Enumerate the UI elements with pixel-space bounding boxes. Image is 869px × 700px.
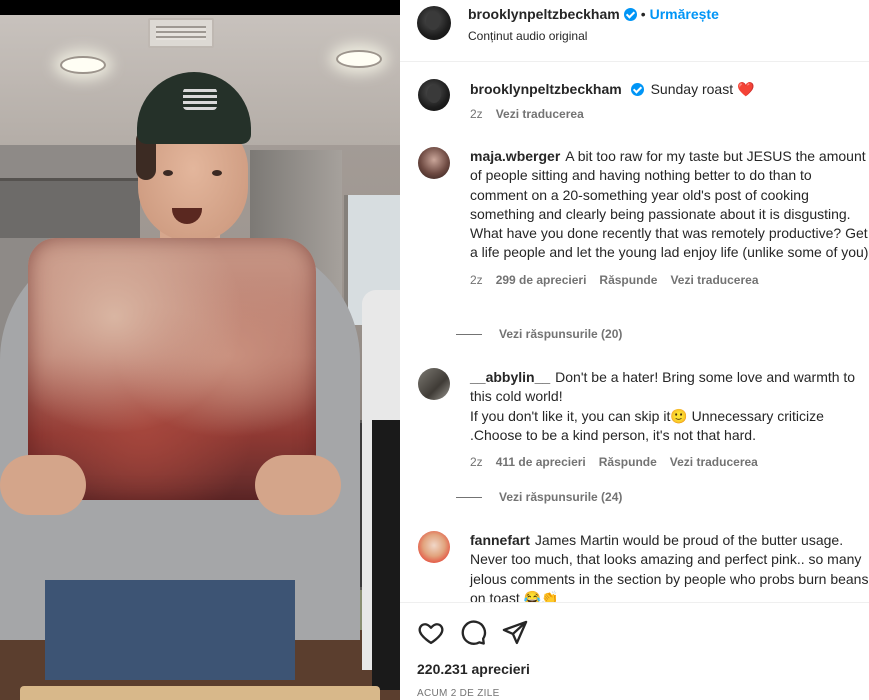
heart-outline-icon[interactable] (417, 619, 445, 647)
commenter-avatar[interactable] (418, 531, 450, 563)
ceiling-light (336, 50, 382, 68)
cap-logo (183, 88, 217, 110)
video-top-bar (0, 0, 400, 15)
post-panel: brooklynpeltzbeckham • Urmărește Conținut … (400, 0, 869, 700)
hand (0, 455, 86, 515)
reply-button[interactable]: Răspunde (599, 273, 657, 287)
comment-username[interactable]: fannefart (470, 532, 530, 548)
post-actions (400, 602, 869, 700)
author-line: brooklynpeltzbeckham • Urmărește (468, 6, 719, 24)
paper-plane-icon[interactable] (501, 619, 529, 647)
likes-count[interactable]: 220.231 aprecieri (417, 661, 530, 677)
comment-username[interactable]: __abbylin__ (470, 369, 550, 385)
hand (255, 455, 341, 515)
ceiling-vent (148, 18, 214, 48)
comment-time[interactable]: 2z (470, 273, 483, 287)
reel-video[interactable] (0, 0, 400, 700)
second-person-legs (372, 420, 400, 690)
comments-list[interactable]: brooklynpeltzbeckham Sunday roast ❤️ 2z V… (400, 62, 869, 602)
commenter-avatar[interactable] (418, 147, 450, 179)
caption-username[interactable]: brooklynpeltzbeckham (470, 81, 622, 97)
separator-dot: • (640, 6, 646, 22)
translate-link[interactable]: Vezi traducerea (670, 455, 758, 469)
follow-button[interactable]: Urmărește (650, 6, 719, 22)
caption-text: Sunday roast (650, 81, 734, 97)
comment-bubble-icon[interactable] (459, 619, 487, 647)
post-date[interactable]: ACUM 2 DE ZILE (417, 688, 500, 699)
eye (163, 170, 173, 176)
verified-badge-icon (623, 8, 637, 21)
author-avatar[interactable] (417, 6, 451, 40)
view-replies-button[interactable]: Vezi răspunsurile (20) (456, 327, 622, 341)
commenter-avatar[interactable] (418, 368, 450, 400)
post-header: brooklynpeltzbeckham • Urmărește Conținut … (400, 0, 869, 62)
author-avatar[interactable] (418, 79, 450, 111)
caption-translate-link[interactable]: Vezi traducerea (496, 107, 584, 121)
ceiling-light (60, 56, 106, 74)
comment-username[interactable]: maja.wberger (470, 148, 560, 164)
cutting-board (20, 686, 380, 700)
comment-likes-count[interactable]: 411 de aprecieri (496, 455, 586, 469)
reply-button[interactable]: Răspunde (599, 455, 657, 469)
view-replies-button[interactable]: Vezi răspunsurile (24) (456, 490, 622, 504)
audio-label[interactable]: Conținut audio original (468, 29, 587, 43)
caption-time[interactable]: 2z (470, 107, 483, 121)
translate-link[interactable]: Vezi traducerea (670, 273, 758, 287)
kitchen-cabinet (0, 178, 140, 238)
comment-likes-count[interactable]: 299 de aprecieri (496, 273, 587, 287)
eye (212, 170, 222, 176)
comment-text: A bit too raw for my taste but JESUS the… (470, 148, 869, 261)
author-username[interactable]: brooklynpeltzbeckham (468, 6, 620, 22)
red-heart-emoji: ❤️ (736, 81, 755, 97)
verified-badge-icon (630, 83, 644, 96)
comment-time[interactable]: 2z (470, 455, 483, 469)
jeans (45, 580, 295, 680)
